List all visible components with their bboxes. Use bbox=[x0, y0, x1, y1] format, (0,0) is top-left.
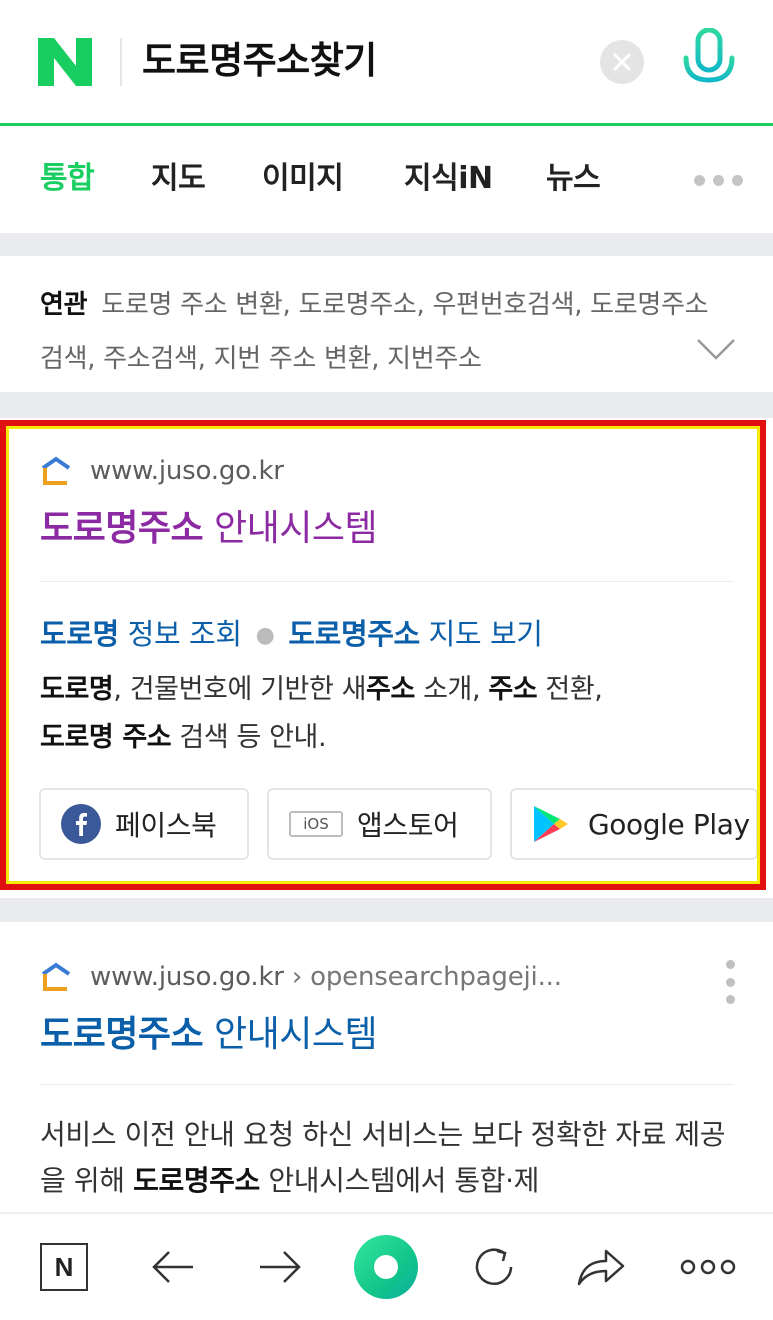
naver-home-icon: N bbox=[40, 1243, 88, 1291]
facebook-button[interactable]: 페이스북 bbox=[39, 788, 249, 860]
google-play-button[interactable]: Google Play bbox=[510, 788, 758, 860]
breadcrumb-separator: › bbox=[283, 962, 311, 992]
result-sublinks: 도로명 정보 조회 ● 도로명주소 지도 보기 bbox=[40, 612, 543, 658]
facebook-icon bbox=[61, 804, 101, 844]
result-description: 도로명, 건물번호에 기반한 새주소 소개, 주소 전환, 도로명 주소 검색 등… bbox=[40, 674, 603, 753]
divider bbox=[40, 1084, 734, 1085]
sublink-road-map[interactable]: 도로명주소 지도 보기 bbox=[288, 617, 543, 651]
tab-map[interactable]: 지도 bbox=[151, 159, 206, 199]
result-site-row[interactable]: www.juso.go.kr › opensearchpageji... bbox=[40, 962, 562, 992]
more-options-icon[interactable] bbox=[722, 960, 738, 1004]
search-input[interactable]: 도로명주소찾기 bbox=[142, 34, 377, 88]
back-arrow-icon bbox=[152, 1251, 193, 1283]
green-dot-icon bbox=[354, 1235, 418, 1299]
result-url: www.juso.go.kr bbox=[90, 962, 284, 992]
result-title-link[interactable]: 도로명주소 안내시스템 bbox=[40, 504, 378, 554]
related-terms[interactable]: 도로명 주소 변환, 도로명주소, 우편번호검색, 도로명주소 검색, 주소검색… bbox=[40, 290, 709, 374]
share-button[interactable] bbox=[566, 1232, 636, 1302]
refresh-icon bbox=[475, 1248, 513, 1285]
google-play-icon bbox=[534, 806, 568, 842]
ios-icon: iOS bbox=[289, 811, 343, 837]
tab-image[interactable]: 이미지 bbox=[262, 159, 344, 199]
naver-logo-icon[interactable] bbox=[38, 38, 92, 86]
result-url-path: opensearchpageji... bbox=[310, 962, 562, 992]
more-menu-button[interactable] bbox=[673, 1232, 743, 1302]
refresh-button[interactable] bbox=[459, 1232, 529, 1302]
tab-news[interactable]: 뉴스 bbox=[546, 159, 601, 199]
result-description: 서비스 이전 안내 요청 하신 서비스는 보다 정확한 자료 제공을 위해 도로… bbox=[40, 1118, 726, 1197]
section-gap bbox=[0, 233, 773, 256]
chevron-down-icon[interactable] bbox=[696, 338, 736, 362]
search-tabs: 통합 지도 이미지 지식iN 뉴스 bbox=[0, 129, 773, 233]
search-bar: 도로명주소찾기 bbox=[0, 0, 773, 126]
juso-site-icon bbox=[41, 456, 71, 485]
related-label: 연관 bbox=[40, 290, 88, 320]
result-site-row[interactable]: www.juso.go.kr bbox=[40, 456, 284, 486]
sublink-road-info[interactable]: 도로명 정보 조회 bbox=[40, 617, 242, 651]
more-icon bbox=[680, 1259, 736, 1275]
clear-search-button[interactable] bbox=[600, 40, 644, 84]
dot-separator-icon: ● bbox=[255, 623, 275, 648]
forward-button[interactable] bbox=[245, 1232, 315, 1302]
bottom-navigation: N bbox=[0, 1212, 773, 1320]
green-dot-button[interactable] bbox=[351, 1232, 421, 1302]
tab-knowledge-in[interactable]: 지식iN bbox=[404, 159, 493, 199]
more-tabs-icon[interactable] bbox=[694, 175, 743, 186]
section-gap bbox=[0, 898, 773, 922]
divider bbox=[40, 581, 734, 582]
result-url: www.juso.go.kr bbox=[90, 456, 284, 486]
juso-site-icon bbox=[41, 962, 71, 991]
app-store-button[interactable]: iOS 앱스토어 bbox=[267, 788, 492, 860]
section-gap bbox=[0, 392, 773, 418]
search-divider bbox=[120, 38, 122, 86]
tab-integrated[interactable]: 통합 bbox=[40, 159, 95, 199]
back-button[interactable] bbox=[138, 1232, 208, 1302]
naver-home-button[interactable]: N bbox=[29, 1232, 99, 1302]
close-icon bbox=[613, 53, 631, 71]
share-icon bbox=[577, 1249, 625, 1286]
result-title-link[interactable]: 도로명주소 안내시스템 bbox=[40, 1010, 378, 1060]
microphone-icon[interactable] bbox=[680, 28, 738, 96]
related-searches: 연관 도로명 주소 변환, 도로명주소, 우편번호검색, 도로명주소 검색, 주소… bbox=[0, 256, 773, 392]
forward-arrow-icon bbox=[260, 1251, 301, 1283]
